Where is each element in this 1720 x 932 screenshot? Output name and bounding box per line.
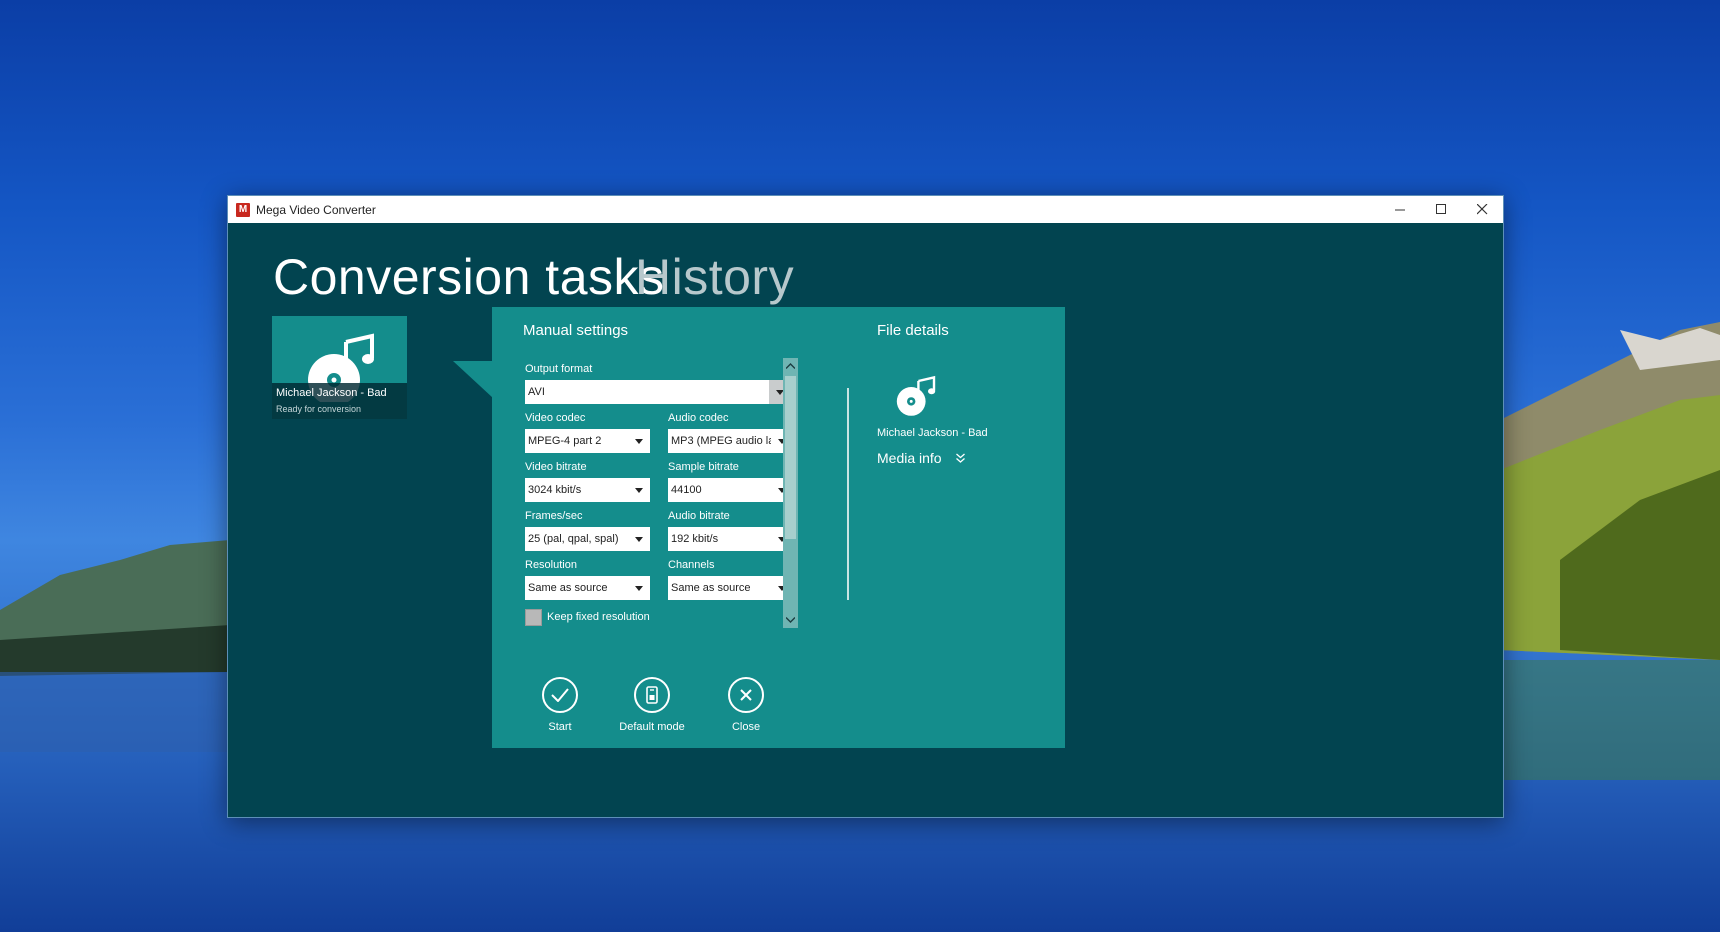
title-bar: M Mega Video Converter <box>228 196 1503 223</box>
chevron-down-icon <box>628 478 650 502</box>
panel-pointer <box>453 361 493 398</box>
checkmark-icon <box>542 677 578 713</box>
video-codec-value: MPEG-4 part 2 <box>528 435 602 447</box>
sample-bitrate-label: Sample bitrate <box>668 461 739 473</box>
video-bitrate-label: Video bitrate <box>525 461 587 473</box>
task-status: Ready for conversion <box>276 404 362 414</box>
frames-sec-label: Frames/sec <box>525 510 583 522</box>
settings-panel: Manual settings Output format AVI Video … <box>492 307 1065 748</box>
resolution-label: Resolution <box>525 559 577 571</box>
default-mode-label: Default mode <box>619 721 685 733</box>
output-format-label: Output format <box>525 363 593 375</box>
video-bitrate-value: 3024 kbit/s <box>528 484 582 496</box>
close-panel-button[interactable]: Close <box>701 677 791 733</box>
app-window: M Mega Video Converter Conversion tasks … <box>227 195 1504 818</box>
output-format-value: AVI <box>528 386 545 398</box>
output-format-select[interactable]: AVI <box>525 380 791 404</box>
scroll-thumb[interactable] <box>785 376 796 539</box>
keep-fixed-resolution-label: Keep fixed resolution <box>547 611 650 623</box>
file-details-title: File details <box>877 322 949 339</box>
keep-fixed-resolution-checkbox[interactable] <box>525 609 542 626</box>
music-disc-icon <box>896 375 936 416</box>
close-window-button[interactable] <box>1462 196 1503 223</box>
video-bitrate-select[interactable]: 3024 kbit/s <box>525 478 650 502</box>
start-label: Start <box>548 721 572 733</box>
frames-sec-select[interactable]: 25 (pal, qpal, spal) <box>525 527 650 551</box>
settings-scrollbar[interactable] <box>783 358 798 628</box>
chevron-down-icon <box>628 576 650 600</box>
channels-label: Channels <box>668 559 715 571</box>
video-codec-select[interactable]: MPEG-4 part 2 <box>525 429 650 453</box>
close-icon <box>728 677 764 713</box>
audio-bitrate-label: Audio bitrate <box>668 510 730 522</box>
device-icon <box>634 677 670 713</box>
audio-bitrate-select[interactable]: 192 kbit/s <box>668 527 793 551</box>
window-controls <box>1380 196 1503 223</box>
maximize-button[interactable] <box>1421 196 1462 223</box>
sample-bitrate-select[interactable]: 44100 <box>668 478 793 502</box>
chevron-down-icon <box>786 617 795 623</box>
task-caption: Michael Jackson - Bad Ready for conversi… <box>272 383 407 419</box>
chevron-up-icon <box>786 363 795 369</box>
minimize-button[interactable] <box>1380 196 1421 223</box>
file-name: Michael Jackson - Bad <box>877 427 988 439</box>
start-button[interactable]: Start <box>515 677 605 733</box>
chevron-down-icon <box>628 429 650 453</box>
maximize-icon <box>1436 204 1446 214</box>
channels-select[interactable]: Same as source <box>668 576 793 600</box>
audio-codec-select[interactable]: MP3 (MPEG audio lay <box>668 429 793 453</box>
sample-bitrate-value: 44100 <box>671 484 702 496</box>
frames-sec-value: 25 (pal, qpal, spal) <box>528 533 619 545</box>
tab-history[interactable]: History <box>635 248 794 306</box>
scroll-down-button[interactable] <box>783 612 798 628</box>
resolution-select[interactable]: Same as source <box>525 576 650 600</box>
audio-codec-label: Audio codec <box>668 412 729 424</box>
scroll-up-button[interactable] <box>783 358 798 374</box>
app-logo-icon: M <box>236 202 250 217</box>
channels-value: Same as source <box>671 582 751 594</box>
panel-divider <box>847 388 849 600</box>
audio-bitrate-value: 192 kbit/s <box>671 533 719 545</box>
tab-conversion-tasks[interactable]: Conversion tasks <box>273 248 665 306</box>
task-name: Michael Jackson - Bad <box>276 387 387 399</box>
default-mode-button[interactable]: Default mode <box>607 677 697 733</box>
minimize-icon <box>1395 209 1405 211</box>
media-info-toggle[interactable]: Media info <box>877 450 965 466</box>
double-chevron-down-icon <box>955 453 965 463</box>
chevron-down-icon <box>628 527 650 551</box>
media-info-label: Media info <box>877 450 942 466</box>
resolution-value: Same as source <box>528 582 608 594</box>
close-icon <box>1477 204 1488 215</box>
window-title: Mega Video Converter <box>256 202 376 217</box>
manual-settings-title: Manual settings <box>523 322 629 339</box>
close-label: Close <box>731 721 761 733</box>
video-codec-label: Video codec <box>525 412 586 424</box>
task-tile[interactable]: Michael Jackson - Bad Ready for conversi… <box>272 316 407 419</box>
